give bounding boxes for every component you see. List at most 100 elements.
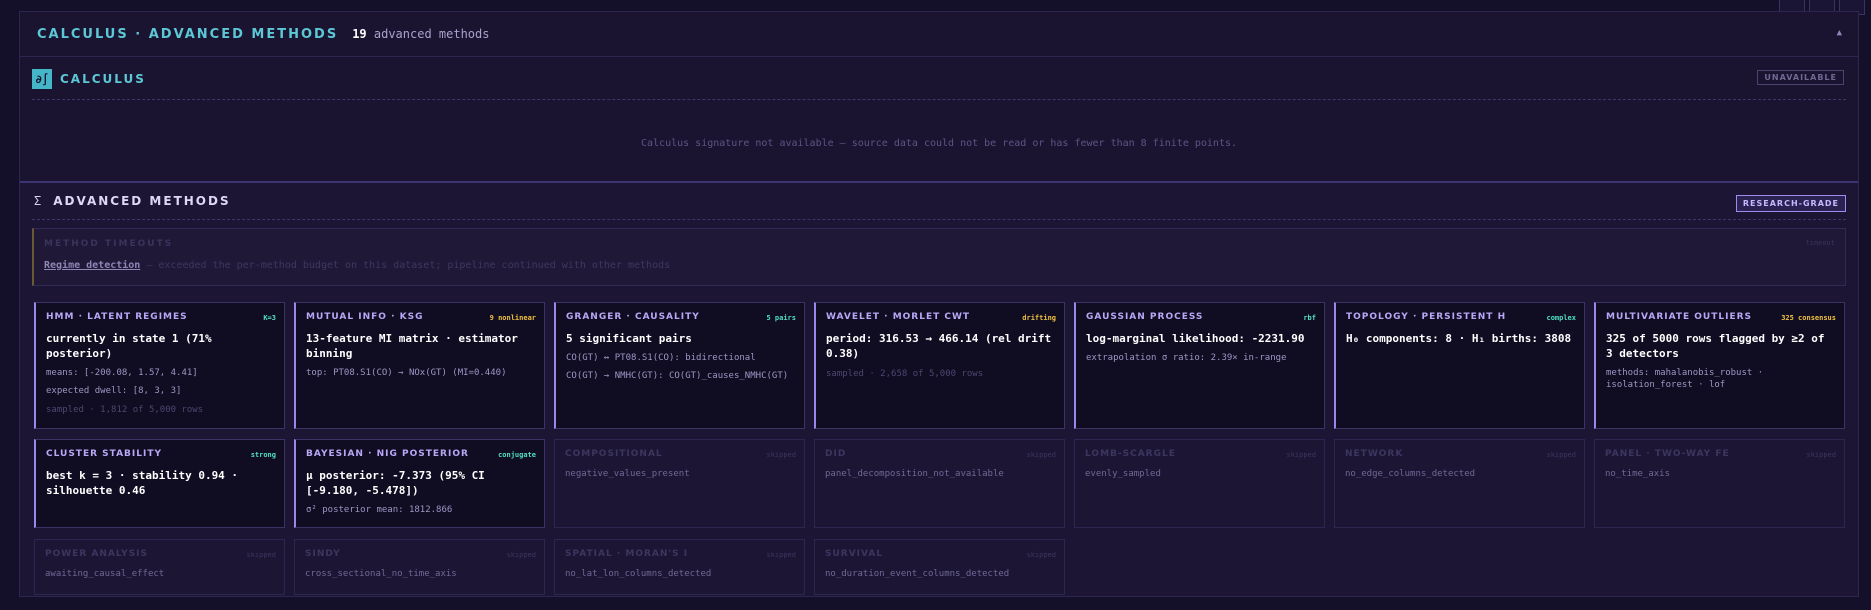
method-card[interactable]: Panel · Two-Way FE skipped no_time_axis: [1594, 439, 1845, 528]
method-card-sample-note: sampled · 2,658 of 5,000 rows: [826, 369, 984, 379]
method-card-title: Network: [1345, 449, 1404, 459]
method-card-title: Cluster Stability: [46, 449, 162, 459]
method-card-badge: rbf: [1303, 314, 1316, 322]
timeout-notice: Method Timeouts timeout Regime detection…: [32, 228, 1846, 286]
method-card[interactable]: Power Analysis skipped awaiting_causal_eff…: [34, 539, 285, 595]
calculus-icon: ∂∫: [32, 69, 52, 89]
method-card-title: Survival: [825, 549, 884, 559]
method-card-headline: currently in state 1 (71% posterior): [46, 332, 212, 360]
method-card-skip-reason: no_lat_lon_columns_detected: [565, 569, 712, 579]
method-card-title: Topology · Persistent H: [1346, 312, 1507, 322]
method-count-number: 19: [352, 27, 367, 41]
method-card-headline: best k = 3 · stability 0.94 · silhouette…: [46, 469, 239, 497]
method-card-badge: 9 nonlinear: [489, 314, 536, 322]
method-count-suffix: advanced methods: [366, 27, 490, 41]
method-card-badge: skipped: [1806, 451, 1836, 459]
method-card-title: Gaussian Process: [1086, 312, 1204, 322]
method-card[interactable]: Topology · Persistent H complex H₀ compone…: [1334, 302, 1585, 429]
method-card-skip-reason: cross_sectional_no_time_axis: [305, 569, 457, 579]
method-card-title: DiD: [825, 449, 847, 459]
method-card[interactable]: DiD skipped panel_decomposition_not_availa…: [814, 439, 1065, 528]
method-count: 19 advanced methods: [352, 27, 489, 41]
calculus-advanced-panel: Calculus · Advanced Methods 19 advanced …: [19, 11, 1859, 597]
timeout-title: Method Timeouts: [44, 239, 174, 249]
method-card-badge: skipped: [1286, 451, 1316, 459]
method-card[interactable]: Cluster Stability strong best k = 3 · stab…: [34, 439, 285, 528]
method-card-badge: skipped: [766, 451, 796, 459]
method-card-detail: top: PT08.S1(CO) → NOx(GT) (MI=0.440): [306, 368, 507, 378]
timeout-method-link[interactable]: Regime detection: [44, 260, 140, 271]
method-card-headline: 325 of 5000 rows flagged by ≥2 of 3 dete…: [1606, 332, 1825, 360]
method-card-title: Panel · Two-Way FE: [1605, 449, 1730, 459]
method-card-badge: K=3: [263, 314, 276, 322]
method-card[interactable]: Gaussian Process rbf log-marginal likeliho…: [1074, 302, 1325, 429]
method-card[interactable]: Survival skipped no_duration_event_columns…: [814, 539, 1065, 595]
method-card-title: Power Analysis: [45, 549, 149, 559]
timeout-line: Regime detection — exceeded the per-meth…: [44, 260, 670, 271]
method-card-detail: methods: mahalanobis_robust · isolation_…: [1606, 368, 1764, 390]
method-card-detail: σ² posterior mean: 1812.866: [306, 505, 453, 515]
method-card-detail: CO(GT) → NMHC(GT): CO(GT)_causes_NMHC(GT…: [566, 371, 789, 381]
panel-title: Calculus · Advanced Methods: [37, 26, 339, 42]
method-card-detail: expected dwell: [8, 3, 3]: [46, 386, 182, 396]
unavailable-badge: Unavailable: [1757, 70, 1844, 85]
collapse-toggle-icon[interactable]: ▲: [1837, 28, 1842, 38]
method-card-badge: skipped: [1026, 451, 1056, 459]
method-card-headline: μ posterior: -7.373 (95% CI [-9.180, -5.…: [306, 469, 485, 497]
method-card-title: SINDy: [305, 549, 341, 559]
method-card[interactable]: Compositional skipped negative_values_pres…: [554, 439, 805, 528]
method-card-headline: period: 316.53 → 466.14 (rel drift 0.38): [826, 332, 1052, 360]
method-card[interactable]: HMM · Latent Regimes K=3 currently in stat…: [34, 302, 285, 429]
method-card[interactable]: Lomb-Scargle skipped evenly_sampled: [1074, 439, 1325, 528]
method-card-badge: conjugate: [498, 451, 536, 459]
method-card-skip-reason: awaiting_causal_effect: [45, 569, 165, 579]
method-card-skip-reason: negative_values_present: [565, 469, 690, 479]
method-card-sample-note: sampled · 1,812 of 5,000 rows: [46, 405, 204, 415]
method-card-title: Granger · Causality: [566, 312, 700, 322]
method-card-title: Spatial · Moran's I: [565, 549, 689, 559]
method-card-badge: strong: [250, 451, 276, 459]
method-card-badge: drifting: [1022, 314, 1056, 322]
method-card-title: Wavelet · Morlet CWT: [826, 312, 971, 322]
timeout-message: — exceeded the per-method budget on this…: [140, 260, 671, 271]
timeout-badge: timeout: [1805, 239, 1835, 247]
calculus-section: ∂∫ Calculus Unavailable Calculus signatu…: [20, 57, 1858, 181]
method-card-headline: log-marginal likelihood: -2231.90: [1086, 332, 1305, 345]
method-card-skip-reason: panel_decomposition_not_available: [825, 469, 1004, 479]
method-card-skip-reason: evenly_sampled: [1085, 469, 1161, 479]
method-card[interactable]: Multivariate Outliers 325 consensus 325 of…: [1594, 302, 1845, 429]
method-card-badge: skipped: [506, 551, 536, 559]
method-card-headline: 13-feature MI matrix · estimator binning: [306, 332, 518, 360]
method-card-detail: extrapolation σ ratio: 2.39× in-range: [1086, 353, 1287, 363]
method-card-badge: skipped: [1546, 451, 1576, 459]
research-grade-badge: Research-grade: [1735, 195, 1846, 212]
method-card-title: Lomb-Scargle: [1085, 449, 1176, 459]
advanced-title: Advanced Methods: [53, 194, 231, 208]
method-card[interactable]: Spatial · Moran's I skipped no_lat_lon_col…: [554, 539, 805, 595]
method-card-detail: CO(GT) ↔ PT08.S1(CO): bidirectional: [566, 353, 756, 363]
method-card[interactable]: Network skipped no_edge_columns_detected: [1334, 439, 1585, 528]
method-card-badge: skipped: [766, 551, 796, 559]
method-card-headline: 5 significant pairs: [566, 332, 692, 345]
method-card-badge: complex: [1546, 314, 1576, 322]
method-card[interactable]: Wavelet · Morlet CWT drifting period: 316.…: [814, 302, 1065, 429]
method-card[interactable]: Bayesian · NIG Posterior conjugate μ poste…: [294, 439, 545, 528]
method-card[interactable]: Granger · Causality 5 pairs 5 significant …: [554, 302, 805, 429]
method-card-detail: means: [-200.08, 1.57, 4.41]: [46, 368, 198, 378]
advanced-methods-section: Σ Advanced Methods Research-grade Method…: [20, 181, 1858, 596]
method-card-headline: H₀ components: 8 · H₁ births: 3808: [1346, 332, 1572, 345]
section-divider: [32, 219, 1846, 220]
sigma-icon: Σ: [34, 194, 42, 208]
calculus-unavailable-message: Calculus signature not available — sourc…: [640, 138, 1238, 149]
method-card-badge: skipped: [246, 551, 276, 559]
method-card-skip-reason: no_duration_event_columns_detected: [825, 569, 1010, 579]
method-card-skip-reason: no_time_axis: [1605, 469, 1671, 479]
method-card-skip-reason: no_edge_columns_detected: [1345, 469, 1476, 479]
method-card-badge: 5 pairs: [766, 314, 796, 322]
method-card-badge: skipped: [1026, 551, 1056, 559]
method-card-title: Compositional: [565, 449, 663, 459]
panel-header[interactable]: Calculus · Advanced Methods 19 advanced …: [20, 12, 1858, 57]
method-card[interactable]: SINDy skipped cross_sectional_no_time_axis: [294, 539, 545, 595]
method-card[interactable]: Mutual Info · KSG 9 nonlinear 13-feature M…: [294, 302, 545, 429]
method-card-badge: 325 consensus: [1781, 314, 1836, 322]
